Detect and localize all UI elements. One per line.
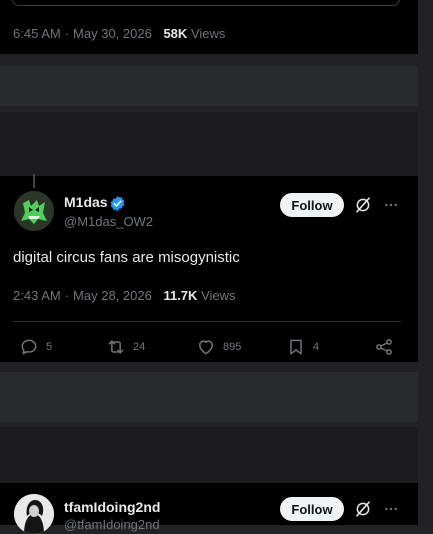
feed-separator [0, 372, 418, 422]
bookmark-icon [290, 339, 302, 355]
feed-separator [0, 66, 418, 106]
reply-button[interactable]: 5 [19, 337, 52, 357]
avatar[interactable] [14, 191, 54, 231]
feed-gap [0, 112, 418, 176]
feed-gap [0, 427, 418, 483]
repost-icon [108, 340, 124, 354]
post-date: May 30, 2026 [73, 26, 152, 41]
views-count: 58K [163, 26, 188, 41]
meta-separator: · [64, 288, 70, 303]
like-icon [199, 340, 213, 355]
reply-count: 5 [46, 341, 53, 353]
follow-button[interactable]: Follow [280, 497, 344, 521]
reply-icon [21, 339, 37, 355]
author-handle[interactable]: @M1das_OW2 [64, 214, 153, 229]
repost-count: 24 [133, 341, 146, 353]
post-date: May 28, 2026 [73, 288, 152, 303]
more-icon[interactable] [383, 501, 399, 517]
share-button[interactable] [374, 337, 394, 357]
post-text: digital circus fans are misogynistic [13, 249, 240, 266]
previous-post-card: 6:45 AM · May 30, 2026 58K Views [0, 0, 418, 54]
follow-button[interactable]: Follow [280, 193, 344, 217]
divider [13, 321, 401, 322]
grok-icon[interactable] [354, 500, 372, 518]
verified-badge-icon [110, 196, 125, 211]
next-post-card[interactable]: tfamIdoing2nd @tfamIdoing2nd Follow [0, 483, 418, 534]
post-time: 6:45 AM [13, 26, 61, 41]
bookmark-button[interactable]: 4 [286, 337, 319, 357]
grok-icon[interactable] [354, 196, 372, 214]
avatar[interactable] [14, 494, 54, 534]
views-label: Views [190, 26, 226, 41]
views-label: Views [201, 288, 236, 303]
post-timestamp[interactable]: 2:43 AM · May 28, 2026 11.7K Views [13, 288, 236, 303]
views-count: 11.7K [163, 288, 198, 303]
like-count: 895 [223, 341, 242, 353]
share-icon [376, 339, 392, 355]
post-time: 2:43 AM [13, 288, 61, 303]
post-card[interactable]: M1das @M1das_OW2 Follow digital circus f… [0, 174, 418, 362]
post-media-edge[interactable] [12, 0, 400, 6]
meta-separator: · [64, 26, 70, 41]
like-button[interactable]: 895 [196, 337, 241, 357]
repost-button[interactable]: 24 [106, 337, 145, 357]
more-icon[interactable] [383, 197, 399, 213]
post-timestamp[interactable]: 6:45 AM · May 30, 2026 58K Views [13, 26, 225, 41]
author-name[interactable]: tfamIdoing2nd [64, 499, 160, 515]
author-name[interactable]: M1das [64, 194, 108, 210]
bookmark-count: 4 [313, 341, 320, 353]
thread-line [33, 174, 35, 188]
